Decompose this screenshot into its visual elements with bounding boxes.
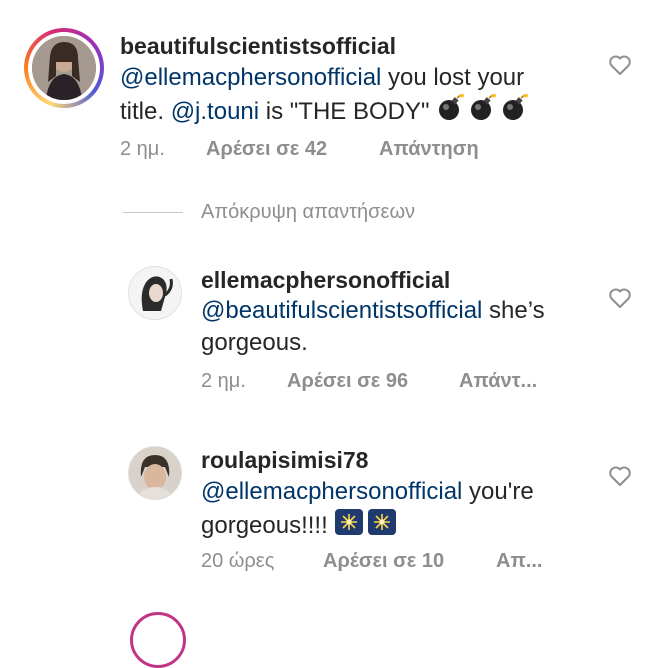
comment-username[interactable]: roulapisimisi78 <box>201 447 368 474</box>
comment-username[interactable]: beautifulscientistsofficial <box>120 33 396 60</box>
hide-replies-button[interactable]: Απόκρυψη απαντήσεων <box>201 201 415 224</box>
comment-text: @ellemacphersonofficial you're gorgeous!… <box>201 476 601 545</box>
sparkler-icon <box>334 508 398 545</box>
bomb-icon <box>436 93 532 131</box>
avatar[interactable] <box>32 36 96 100</box>
comment-time: 2 ημ. <box>201 370 246 392</box>
likes-count[interactable]: Αρέσει σε 96 <box>287 370 459 393</box>
comment-text: @beautifulscientistsofficial she’s gorge… <box>201 297 545 356</box>
comment-time: 20 ώρες <box>201 550 275 572</box>
avatar[interactable] <box>128 266 182 320</box>
comment-text: @ellemacphersonofficial you lost your ti… <box>120 62 580 131</box>
heart-outline-icon[interactable] <box>608 465 632 487</box>
avatar[interactable] <box>128 446 182 500</box>
heart-outline-icon[interactable] <box>608 54 632 76</box>
likes-count[interactable]: Αρέσει σε 10 <box>323 550 496 573</box>
reply-button[interactable]: Απάντ... <box>459 370 537 393</box>
reply-button[interactable]: Απ... <box>496 550 542 573</box>
comment-meta: 20 ώρες Αρέσει σε 10 Απ... <box>201 550 542 573</box>
reply-button[interactable]: Απάντηση <box>379 138 479 161</box>
mention-link[interactable]: @ellemacphersonofficial <box>201 478 462 505</box>
comment-meta: 2 ημ. Αρέσει σε 96 Απάντ... <box>201 370 537 393</box>
story-ring[interactable] <box>130 612 186 668</box>
divider <box>123 212 183 213</box>
comment-time: 2 ημ. <box>120 138 165 160</box>
mention-link[interactable]: @beautifulscientistsofficial <box>201 297 482 324</box>
likes-count[interactable]: Αρέσει σε 42 <box>206 138 379 161</box>
comment-username[interactable]: ellemacphersonofficial <box>201 267 450 294</box>
mention-link[interactable]: @ellemacphersonofficial <box>120 64 381 91</box>
mention-link[interactable]: @j.touni <box>171 98 259 125</box>
comment-meta: 2 ημ. Αρέσει σε 42 Απάντηση <box>120 138 479 161</box>
heart-outline-icon[interactable] <box>608 287 632 309</box>
